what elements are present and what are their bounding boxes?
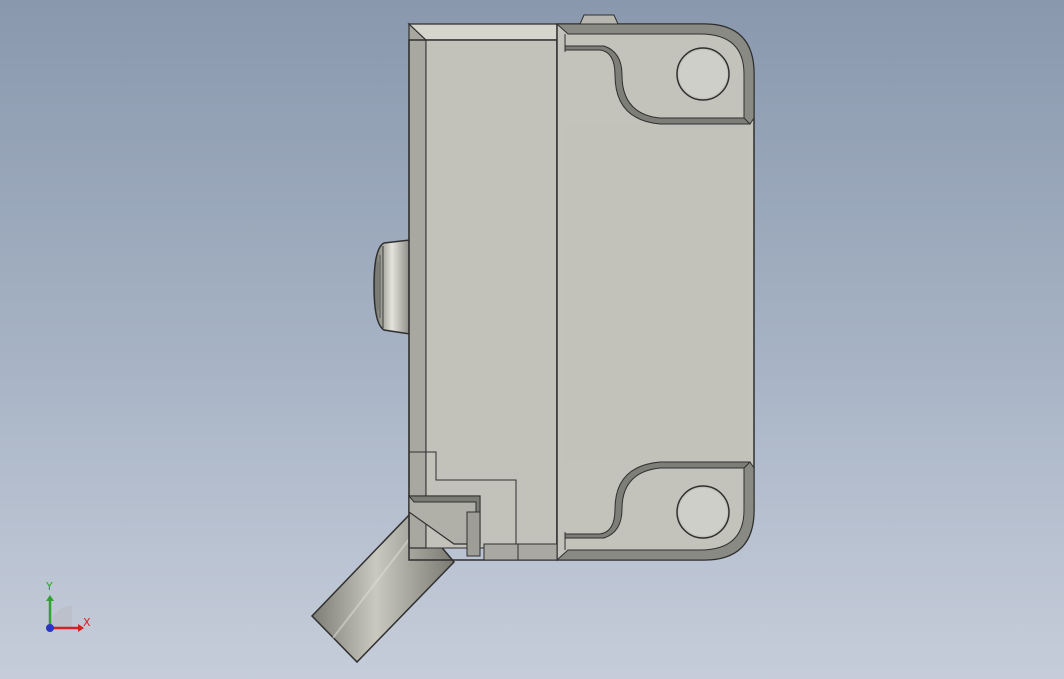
graphics-viewport[interactable]: X Y: [0, 0, 1064, 679]
model-view[interactable]: [0, 0, 1064, 679]
sensor-connector[interactable]: [373, 239, 411, 335]
axis-z-dot: [46, 624, 54, 632]
coordinate-triad: [46, 595, 84, 632]
mounting-hole-top: [676, 47, 730, 101]
mounting-hole-bottom: [676, 485, 730, 539]
mounting-bracket[interactable]: [555, 14, 755, 561]
axis-y-label: Y: [46, 580, 53, 593]
axis-x-label: X: [83, 616, 91, 629]
